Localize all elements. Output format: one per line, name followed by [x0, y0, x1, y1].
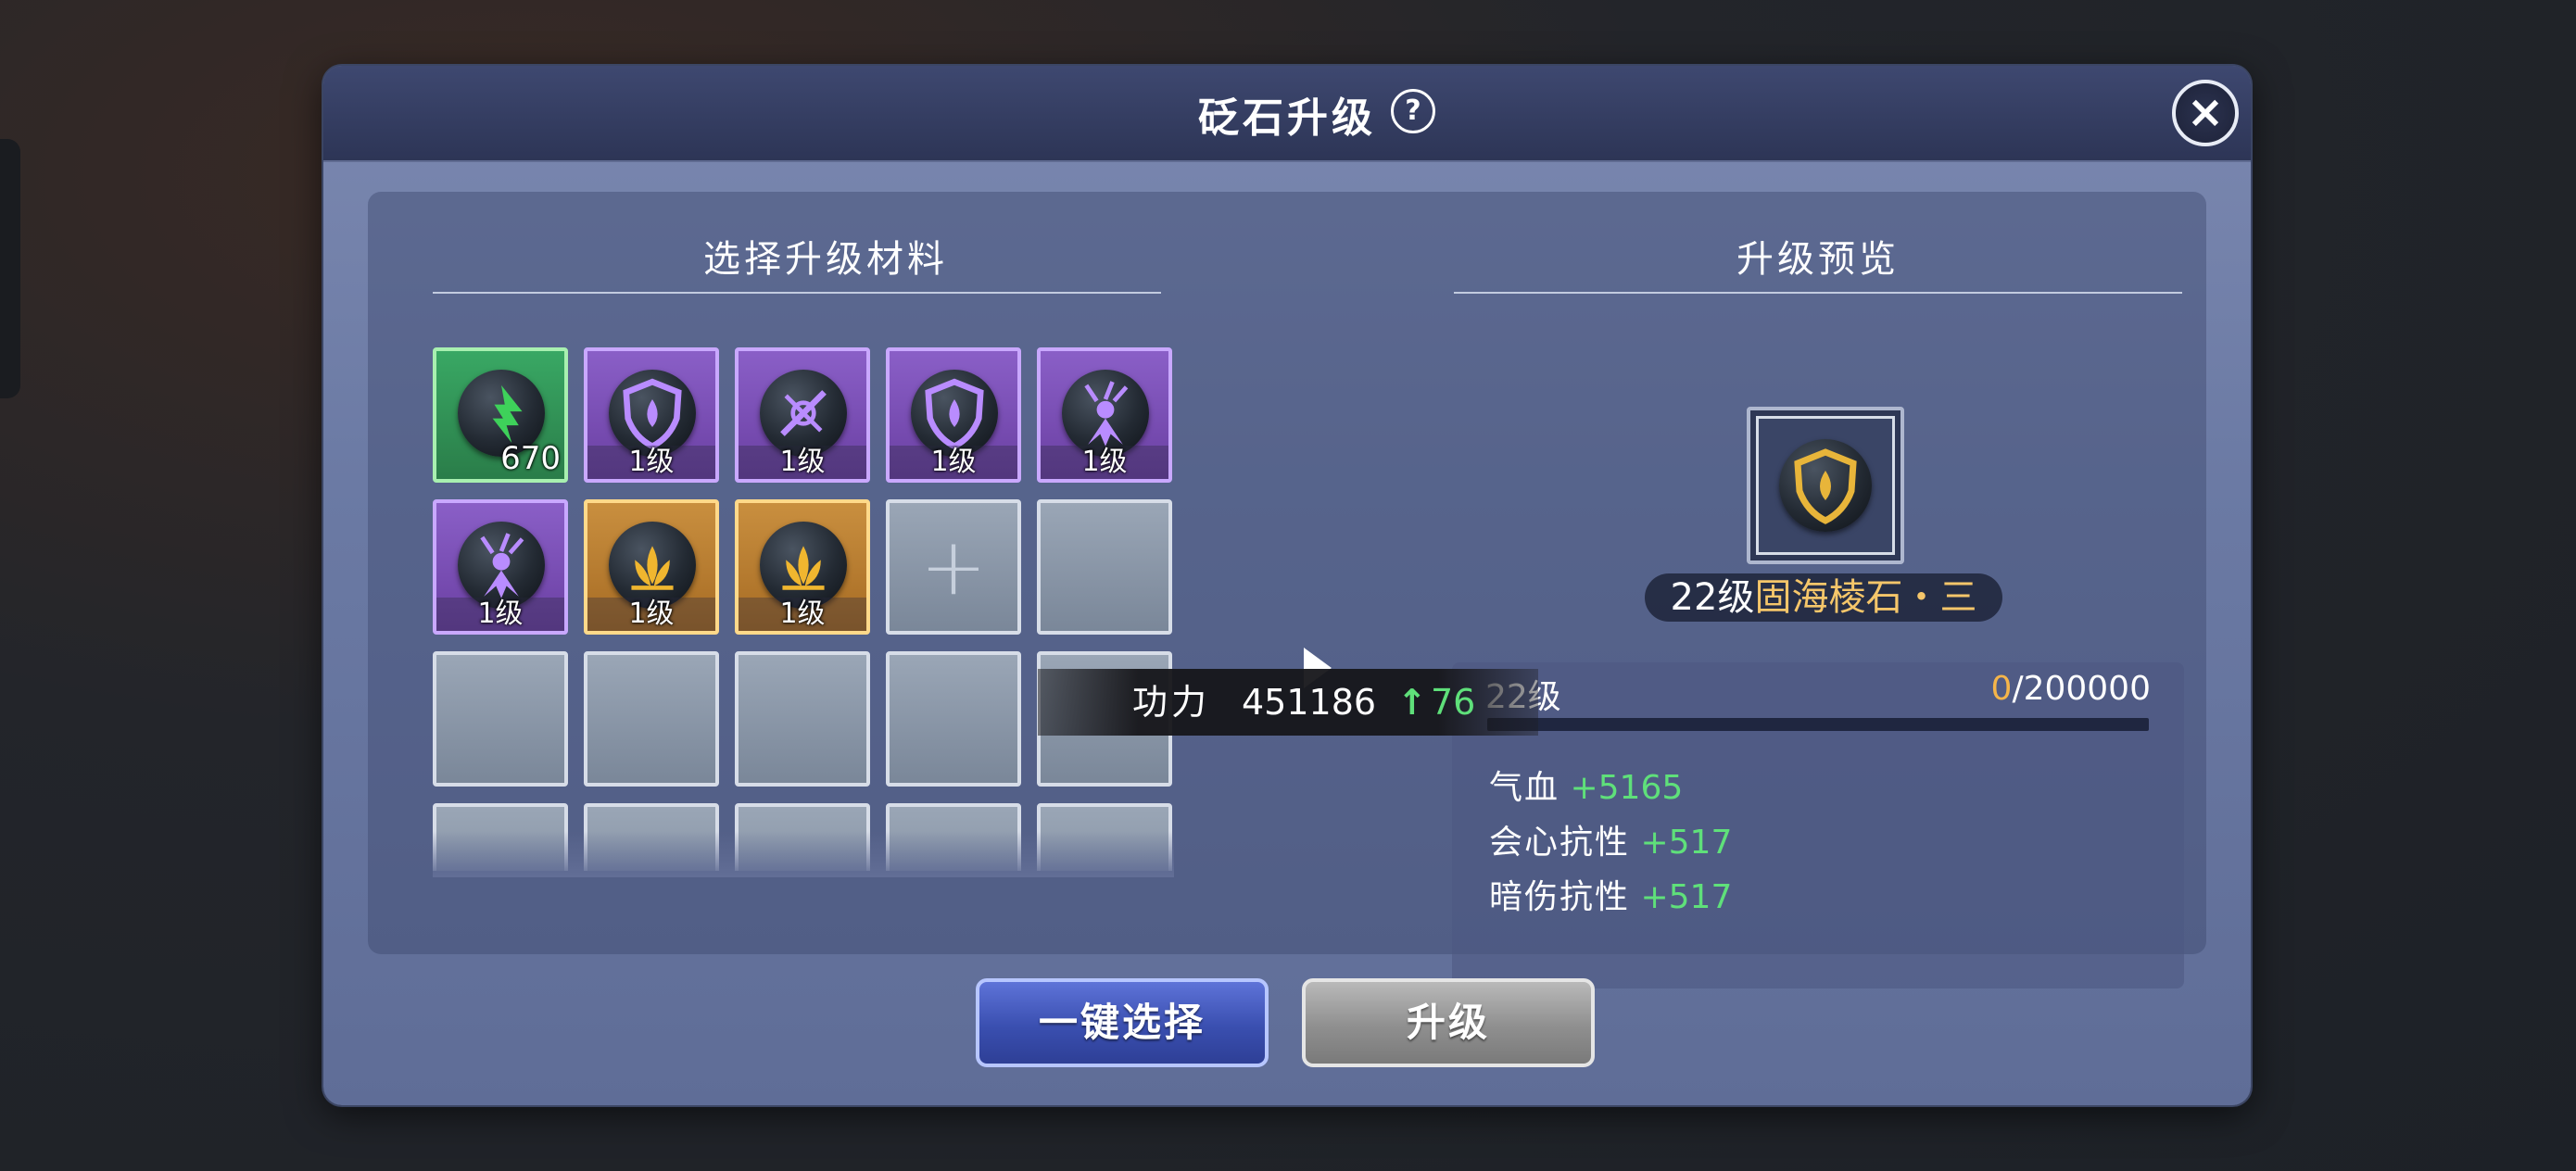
- auto-select-button[interactable]: 一键选择: [976, 978, 1269, 1067]
- power-value: 451186: [1242, 682, 1377, 723]
- material-level: 1级: [1041, 446, 1168, 479]
- material-slot[interactable]: 1级: [433, 499, 568, 635]
- preview-item-name: 22级固海棱石・三: [1645, 573, 2002, 622]
- material-count: 670: [500, 440, 561, 477]
- sword-burst-stone-icon: [760, 370, 847, 457]
- preview-item-title: 固海棱石・三: [1754, 576, 1977, 619]
- grid-fade: [433, 831, 1174, 877]
- material-level: 1级: [739, 446, 866, 479]
- background-side-tab: [0, 139, 20, 398]
- lotus-stone-icon: [760, 522, 847, 609]
- stat-name: 暗伤抗性: [1489, 878, 1631, 916]
- shield-drop-stone-icon: [609, 370, 696, 457]
- power-delta: 76: [1431, 682, 1476, 723]
- material-slot[interactable]: 1级: [1037, 347, 1172, 483]
- stat-name: 气血: [1489, 769, 1560, 807]
- material-slot[interactable]: 1级: [735, 347, 870, 483]
- help-icon[interactable]: ?: [1391, 89, 1435, 133]
- preview-item-frame: [1756, 416, 1895, 555]
- lotus-stone-icon: [609, 522, 696, 609]
- material-slot[interactable]: 1级: [584, 499, 719, 635]
- stat-row-dark-resist: 暗伤抗性 +517: [1489, 870, 1732, 918]
- stat-name: 会心抗性: [1489, 824, 1631, 862]
- preview-item-level: 22级: [1670, 576, 1755, 619]
- preview-section-title: 升级预览: [1736, 238, 1900, 281]
- empty-material-slot[interactable]: [886, 651, 1021, 787]
- stone-upgrade-dialog: 砭石升级 ? × 选择升级材料 670 1级 1级 1级 1级 1级 1级 1级 + 升级预览: [323, 66, 2251, 1105]
- exp-progress-bar: [1487, 718, 2149, 731]
- empty-material-slot[interactable]: [735, 651, 870, 787]
- empty-material-slot[interactable]: [584, 651, 719, 787]
- material-level: 1级: [739, 598, 866, 631]
- figure-burst-stone-icon: [458, 522, 545, 609]
- exp-total: /200000: [2012, 670, 2151, 708]
- stat-value: +517: [1640, 824, 1733, 862]
- materials-divider: [433, 292, 1161, 294]
- shield-drop-stone-icon: [911, 370, 998, 457]
- empty-material-slot[interactable]: [433, 651, 568, 787]
- plus-icon: +: [919, 521, 988, 613]
- stat-value: +5165: [1570, 769, 1684, 807]
- material-level: 1级: [587, 446, 715, 479]
- material-slot[interactable]: 1级: [584, 347, 719, 483]
- up-arrow-icon: ↑: [1397, 682, 1427, 723]
- power-tooltip: 功力 451186 ↑ 76: [1038, 669, 1538, 736]
- add-material-slot[interactable]: +: [886, 499, 1021, 635]
- preview-stats-box: 22级 0/200000 气血 +5165 会心抗性 +517 暗伤抗性 +51…: [1452, 662, 2184, 988]
- exp-text: 0/200000: [1991, 670, 2151, 708]
- figure-burst-stone-icon: [1062, 370, 1149, 457]
- material-slot[interactable]: 670: [433, 347, 568, 483]
- upgrade-button[interactable]: 升级: [1302, 978, 1595, 1067]
- stat-value: +517: [1640, 878, 1733, 916]
- power-label: 功力: [1132, 682, 1211, 723]
- materials-section-title: 选择升级材料: [703, 238, 948, 281]
- preview-divider: [1454, 292, 2182, 294]
- dialog-title: 砭石升级: [1198, 94, 1376, 142]
- stat-row-crit-resist: 会心抗性 +517: [1489, 815, 1732, 863]
- material-slot[interactable]: 1级: [886, 347, 1021, 483]
- title-bar: 砭石升级 ? ×: [323, 66, 2251, 162]
- preview-item-slot[interactable]: [1747, 407, 1904, 564]
- material-level: 1级: [436, 598, 564, 631]
- empty-material-slot[interactable]: [1037, 499, 1172, 635]
- content-panel: 选择升级材料 670 1级 1级 1级 1级 1级 1级 1级 + 升级预览 22级固海棱石・三: [368, 192, 2206, 988]
- material-level: 1级: [890, 446, 1017, 479]
- stat-row-hp: 气血 +5165: [1489, 761, 1683, 809]
- gold-shield-drop-stone-icon: [1779, 439, 1872, 532]
- exp-current: 0: [1990, 670, 2013, 708]
- material-level: 1级: [587, 598, 715, 631]
- close-button[interactable]: ×: [2172, 80, 2239, 146]
- material-grid: 670 1级 1级 1级 1级 1级 1级 1级 +: [433, 347, 1174, 871]
- material-slot[interactable]: 1级: [735, 499, 870, 635]
- material-grid-scroll[interactable]: 670 1级 1级 1级 1级 1级 1级 1级 +: [433, 347, 1174, 871]
